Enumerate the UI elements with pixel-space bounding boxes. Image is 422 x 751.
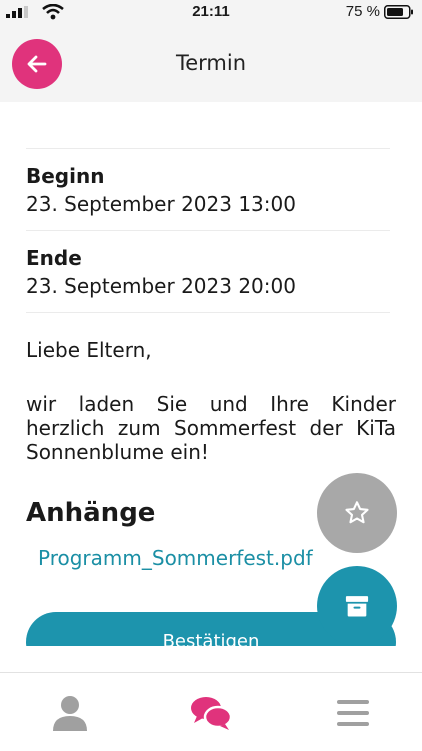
archive-icon: [345, 596, 369, 617]
tab-profile[interactable]: [48, 691, 92, 735]
tab-chat[interactable]: [189, 691, 233, 735]
person-icon: [53, 696, 87, 731]
bottom-tab-bar: [0, 672, 422, 751]
archive-button[interactable]: [317, 566, 397, 646]
chat-bubbles-icon: [191, 697, 233, 730]
tab-menu[interactable]: [331, 691, 375, 735]
hamburger-menu-icon: [337, 700, 369, 726]
fab-clip: [0, 0, 422, 646]
